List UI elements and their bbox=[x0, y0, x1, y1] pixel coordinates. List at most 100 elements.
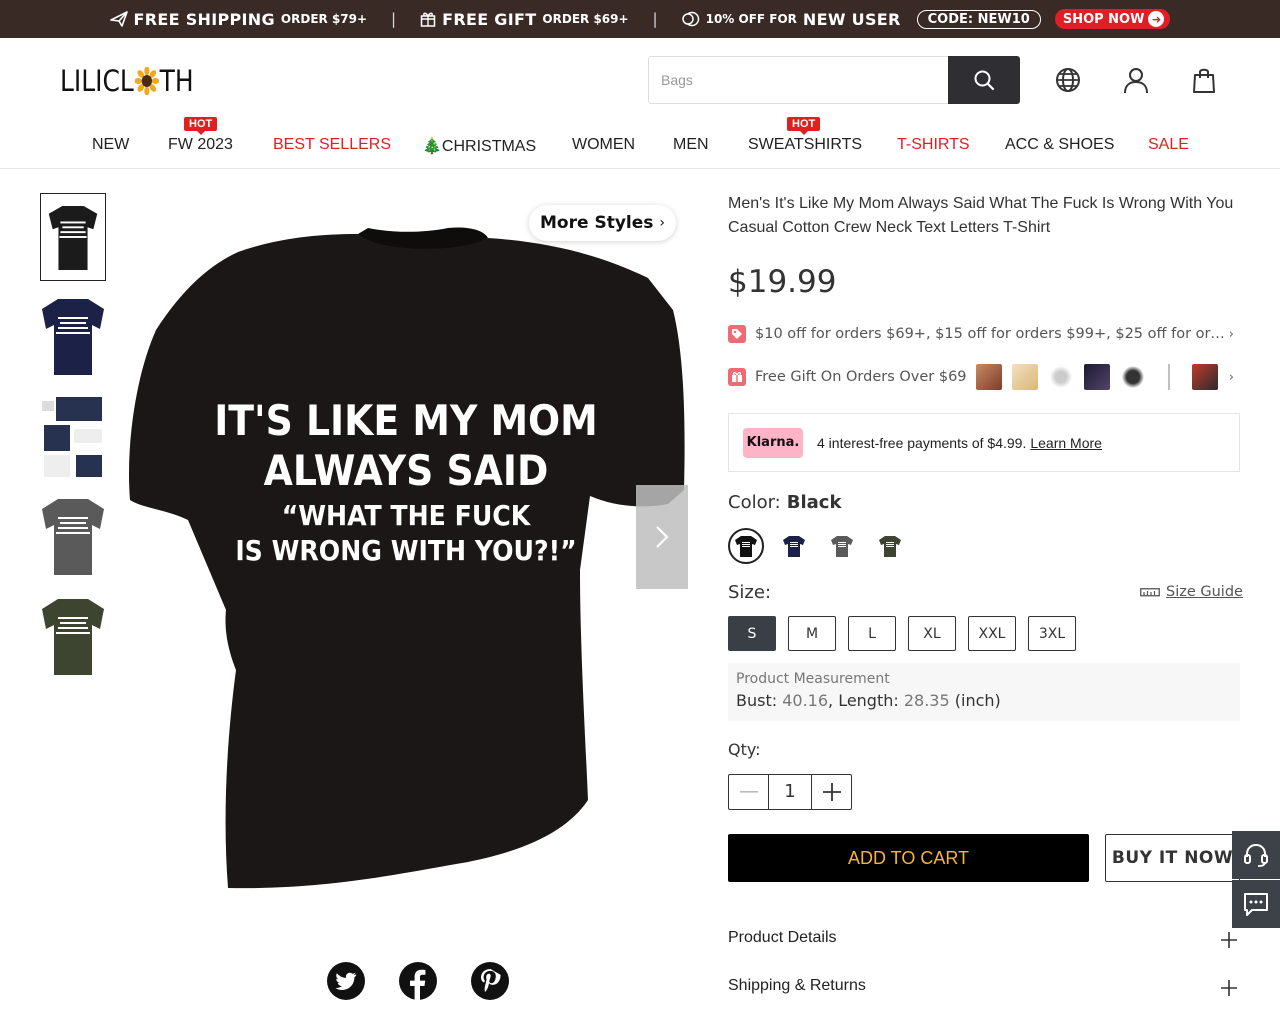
main-nav: NEW HOT FW 2023 BEST SELLERS 🎄CHRISTMAS … bbox=[0, 117, 1280, 169]
length-label: , Length: bbox=[828, 691, 904, 710]
free-gift-condition: ORDER $69+ bbox=[542, 12, 629, 26]
shirt-print-line-3: “WHAT THE FUCK bbox=[282, 499, 532, 532]
free-shipping-condition: ORDER $79+ bbox=[280, 12, 368, 26]
headset-icon bbox=[1244, 843, 1268, 867]
twitter-icon bbox=[335, 972, 357, 990]
thumbnail-navy[interactable] bbox=[40, 293, 106, 381]
customer-service-button[interactable] bbox=[1232, 831, 1280, 879]
nav-item-sweatshirts[interactable]: SWEATSHIRTS bbox=[748, 136, 862, 154]
nav-item-women[interactable]: WOMEN bbox=[572, 136, 635, 154]
product-details-accordion[interactable]: Product Details bbox=[728, 929, 1240, 953]
tshirt-swatch-image bbox=[831, 536, 853, 557]
bust-value: 40.16 bbox=[782, 691, 829, 710]
sunflower-icon bbox=[134, 67, 159, 95]
free-gift-row[interactable]: Free Gift On Orders Over $69 › bbox=[728, 363, 1240, 391]
free-gift-promo: FREE GIFT ORDER $69+ bbox=[420, 9, 629, 29]
bust-label: Bust: bbox=[736, 691, 783, 710]
plane-icon bbox=[109, 11, 128, 27]
size-option-xl[interactable]: XL bbox=[908, 616, 956, 651]
product-main-image: IT'S LIKE MY MOM ALWAYS SAID “WHAT THE F… bbox=[128, 190, 688, 910]
size-guide-link[interactable]: Size Guide bbox=[1140, 584, 1243, 600]
product-details-label: Product Details bbox=[728, 929, 837, 946]
gift-items bbox=[975, 364, 1218, 390]
klarna-logo: Klarna. bbox=[743, 427, 803, 458]
chevron-right-icon: › bbox=[659, 215, 665, 231]
nav-item-acc-shoes[interactable]: ACC & SHOES bbox=[1005, 136, 1114, 154]
twitter-share-button[interactable] bbox=[327, 962, 365, 1000]
size-option-3xl[interactable]: 3XL bbox=[1028, 616, 1076, 651]
color-swatch-grey[interactable] bbox=[824, 528, 860, 564]
thumbnail-grey[interactable] bbox=[40, 493, 106, 581]
pinterest-icon bbox=[481, 969, 501, 992]
arrow-right-icon: ➜ bbox=[1148, 11, 1165, 27]
hot-badge: HOT bbox=[787, 117, 821, 135]
size-option-l[interactable]: L bbox=[848, 616, 896, 651]
qty-increase-button[interactable] bbox=[811, 775, 851, 809]
selected-color: Black bbox=[786, 492, 842, 513]
klarna-text: 4 interest-free payments of $4.99. bbox=[817, 434, 1027, 451]
color-label: Color: Black bbox=[728, 492, 841, 513]
search-button[interactable] bbox=[948, 56, 1020, 104]
klarna-learn-more-link[interactable]: Learn More bbox=[1030, 435, 1102, 451]
next-image-button[interactable] bbox=[636, 485, 688, 589]
size-option-m[interactable]: M bbox=[788, 616, 836, 651]
shipping-returns-accordion[interactable]: Shipping & Returns bbox=[728, 977, 1240, 1001]
plus-icon bbox=[1221, 980, 1237, 996]
thumbnail-olive[interactable] bbox=[40, 593, 106, 681]
search-input[interactable] bbox=[648, 56, 948, 104]
qty-value[interactable]: 1 bbox=[769, 775, 811, 809]
product-measurement: Product Measurement Bust: 40.16, Length:… bbox=[728, 663, 1240, 721]
gift-icon bbox=[420, 12, 436, 27]
chat-button[interactable] bbox=[1232, 880, 1280, 928]
color-swatch-black[interactable] bbox=[728, 528, 764, 564]
thumbnail-black[interactable] bbox=[40, 193, 106, 281]
shipping-returns-label: Shipping & Returns bbox=[728, 977, 866, 994]
nav-item-sale[interactable]: SALE bbox=[1148, 136, 1189, 154]
coin-icon bbox=[681, 11, 699, 27]
details-collage-image bbox=[40, 393, 106, 481]
shirt-print-line-2: ALWAYS SAID bbox=[264, 446, 549, 495]
chat-icon bbox=[1244, 893, 1268, 916]
promo-separator: | bbox=[391, 10, 397, 28]
nav-item-men[interactable]: MEN bbox=[673, 136, 709, 154]
nav-item-fw-2023[interactable]: FW 2023 bbox=[168, 136, 233, 154]
shop-now-button[interactable]: SHOP NOW ➜ bbox=[1054, 9, 1171, 29]
hot-badge: HOT bbox=[184, 117, 218, 135]
qty-label: Qty: bbox=[728, 740, 761, 759]
gift-item-image bbox=[1083, 364, 1110, 390]
tshirt-swatch-image bbox=[879, 536, 901, 557]
free-gift-text: FREE GIFT bbox=[442, 9, 537, 29]
nav-item-christmas[interactable]: 🎄CHRISTMAS bbox=[422, 136, 536, 156]
bag-icon[interactable] bbox=[1190, 66, 1218, 94]
color-swatch-navy[interactable] bbox=[776, 528, 812, 564]
qty-decrease-button[interactable] bbox=[729, 775, 769, 809]
promo-bar[interactable]: FREE SHIPPING ORDER $79+ | FREE GIFT ORD… bbox=[0, 0, 1280, 38]
minus-icon bbox=[739, 791, 758, 793]
buy-it-now-button[interactable]: BUY IT NOW bbox=[1105, 834, 1240, 882]
discount-promo-row[interactable]: $10 off for orders $69+, $15 off for ord… bbox=[728, 322, 1240, 346]
pinterest-share-button[interactable] bbox=[471, 962, 509, 1000]
more-styles-button[interactable]: More Styles › bbox=[529, 205, 676, 241]
size-option-s[interactable]: S bbox=[728, 616, 776, 651]
ruler-icon bbox=[1140, 588, 1160, 597]
user-icon[interactable] bbox=[1122, 66, 1150, 94]
nav-item-t-shirts[interactable]: T-SHIRTS bbox=[897, 136, 970, 154]
product-price: $19.99 bbox=[728, 264, 837, 300]
gift-item-image bbox=[975, 364, 1002, 390]
site-logo[interactable]: LILICL TH bbox=[60, 64, 194, 98]
facebook-share-button[interactable] bbox=[399, 962, 437, 1000]
thumbnail-details[interactable] bbox=[40, 393, 106, 481]
klarna-banner: Klarna. 4 interest-free payments of $4.9… bbox=[728, 413, 1240, 472]
measurement-title: Product Measurement bbox=[736, 671, 890, 687]
add-to-cart-button[interactable]: ADD TO CART bbox=[728, 834, 1089, 882]
size-option-xxl[interactable]: XXL bbox=[968, 616, 1016, 651]
tshirt-navy-image bbox=[40, 293, 106, 381]
logo-text-start: LILICL bbox=[60, 64, 134, 98]
nav-item-new[interactable]: NEW bbox=[92, 136, 129, 154]
free-shipping-promo: FREE SHIPPING ORDER $79+ bbox=[109, 10, 368, 29]
plus-icon bbox=[822, 783, 841, 801]
nav-item-best-sellers[interactable]: BEST SELLERS bbox=[273, 136, 391, 154]
globe-icon[interactable] bbox=[1054, 66, 1082, 94]
discount-text: $10 off for orders $69+, $15 off for ord… bbox=[755, 326, 1225, 342]
color-swatch-olive[interactable] bbox=[872, 528, 908, 564]
